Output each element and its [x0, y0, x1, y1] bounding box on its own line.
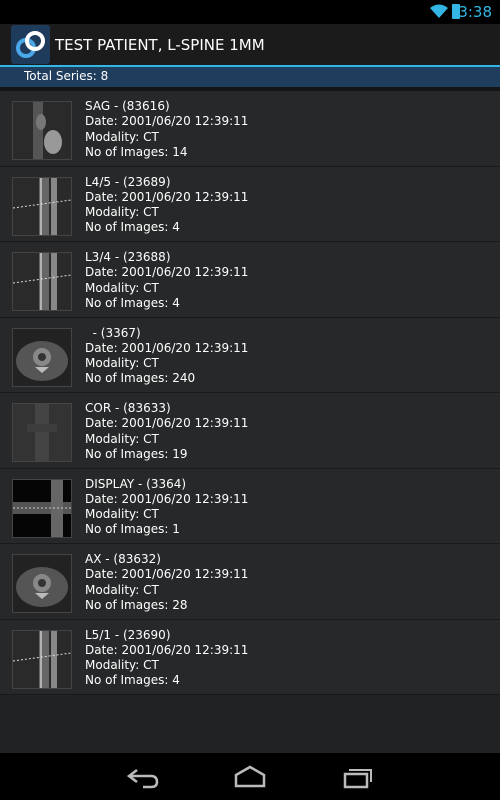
series-modality: Modality: CT	[85, 205, 159, 220]
series-date: Date: 2001/06/20 12:39:11	[85, 642, 249, 657]
list-empty-area	[0, 695, 500, 753]
page-title: TEST PATIENT, L-SPINE 1MM	[55, 36, 265, 54]
series-count-header: Total Series: 8	[0, 67, 500, 87]
wifi-icon	[430, 4, 448, 23]
series-name: SAG - (83616)	[85, 99, 170, 113]
series-name: L3/4 - (23688)	[85, 250, 171, 264]
series-modality: Modality: CT	[85, 280, 159, 295]
series-date: Date: 2001/06/20 12:39:11	[85, 189, 249, 204]
status-bar: 3:38	[0, 0, 500, 24]
series-thumbnail	[12, 101, 72, 160]
home-icon[interactable]	[230, 762, 270, 792]
series-count-label: Total Series: 8	[24, 69, 109, 83]
series-modality: Modality: CT	[85, 356, 159, 371]
recent-apps-icon[interactable]	[337, 762, 377, 792]
series-row[interactable]: DISPLAY - (3364) Date: 2001/06/20 12:39:…	[0, 468, 500, 544]
series-row[interactable]: SAG - (83616) Date: 2001/06/20 12:39:11 …	[0, 91, 500, 167]
series-name: - (3367)	[85, 325, 141, 340]
series-image-count: No of Images: 1	[85, 522, 180, 537]
series-modality: Modality: CT	[85, 129, 159, 144]
series-date: Date: 2001/06/20 12:39:11	[85, 416, 249, 431]
series-image-count: No of Images: 4	[85, 295, 180, 310]
back-icon[interactable]	[123, 762, 163, 792]
series-image-count: No of Images: 4	[85, 220, 180, 235]
series-name: L5/1 - (23690)	[85, 627, 171, 642]
series-thumbnail	[12, 252, 72, 311]
series-row[interactable]: AX - (83632) Date: 2001/06/20 12:39:11 M…	[0, 544, 500, 620]
series-name: L4/5 - (23689)	[85, 174, 171, 189]
series-name: AX - (83632)	[85, 552, 161, 566]
navigation-bar	[0, 753, 500, 800]
series-thumbnail	[12, 176, 72, 236]
series-image-count: No of Images: 240	[85, 371, 196, 386]
series-modality: Modality: CT	[85, 658, 159, 673]
series-image-count: No of Images: 28	[85, 597, 188, 612]
series-row[interactable]: - (3367) Date: 2001/06/20 12:39:11 Modal…	[0, 317, 500, 393]
series-thumbnail	[12, 478, 72, 538]
series-thumbnail	[12, 554, 72, 613]
series-name: COR - (83633)	[85, 401, 171, 415]
series-date: Date: 2001/06/20 12:39:11	[85, 114, 249, 129]
series-date: Date: 2001/06/20 12:39:11	[85, 265, 249, 280]
series-modality: Modality: CT	[85, 507, 159, 522]
series-image-count: No of Images: 4	[85, 673, 180, 688]
series-row[interactable]: L4/5 - (23689) Date: 2001/06/20 12:39:11…	[0, 166, 500, 242]
series-thumbnail	[12, 403, 72, 462]
series-list: SAG - (83616) Date: 2001/06/20 12:39:11 …	[0, 91, 500, 695]
series-modality: Modality: CT	[85, 582, 159, 597]
series-date: Date: 2001/06/20 12:39:11	[85, 340, 249, 355]
series-name: DISPLAY - (3364)	[85, 476, 187, 491]
series-image-count: No of Images: 19	[85, 446, 188, 461]
app-logo-icon[interactable]	[11, 25, 50, 64]
series-modality: Modality: CT	[85, 431, 159, 446]
series-thumbnail	[12, 629, 72, 689]
series-row[interactable]: L3/4 - (23688) Date: 2001/06/20 12:39:11…	[0, 242, 500, 318]
series-date: Date: 2001/06/20 12:39:11	[85, 567, 249, 582]
series-row[interactable]: COR - (83633) Date: 2001/06/20 12:39:11 …	[0, 393, 500, 469]
series-image-count: No of Images: 14	[85, 144, 188, 159]
series-thumbnail	[12, 327, 72, 387]
status-time: 3:38	[458, 3, 492, 21]
series-date: Date: 2001/06/20 12:39:11	[85, 491, 249, 506]
action-bar: TEST PATIENT, L-SPINE 1MM	[0, 24, 500, 65]
series-row[interactable]: L5/1 - (23690) Date: 2001/06/20 12:39:11…	[0, 619, 500, 695]
